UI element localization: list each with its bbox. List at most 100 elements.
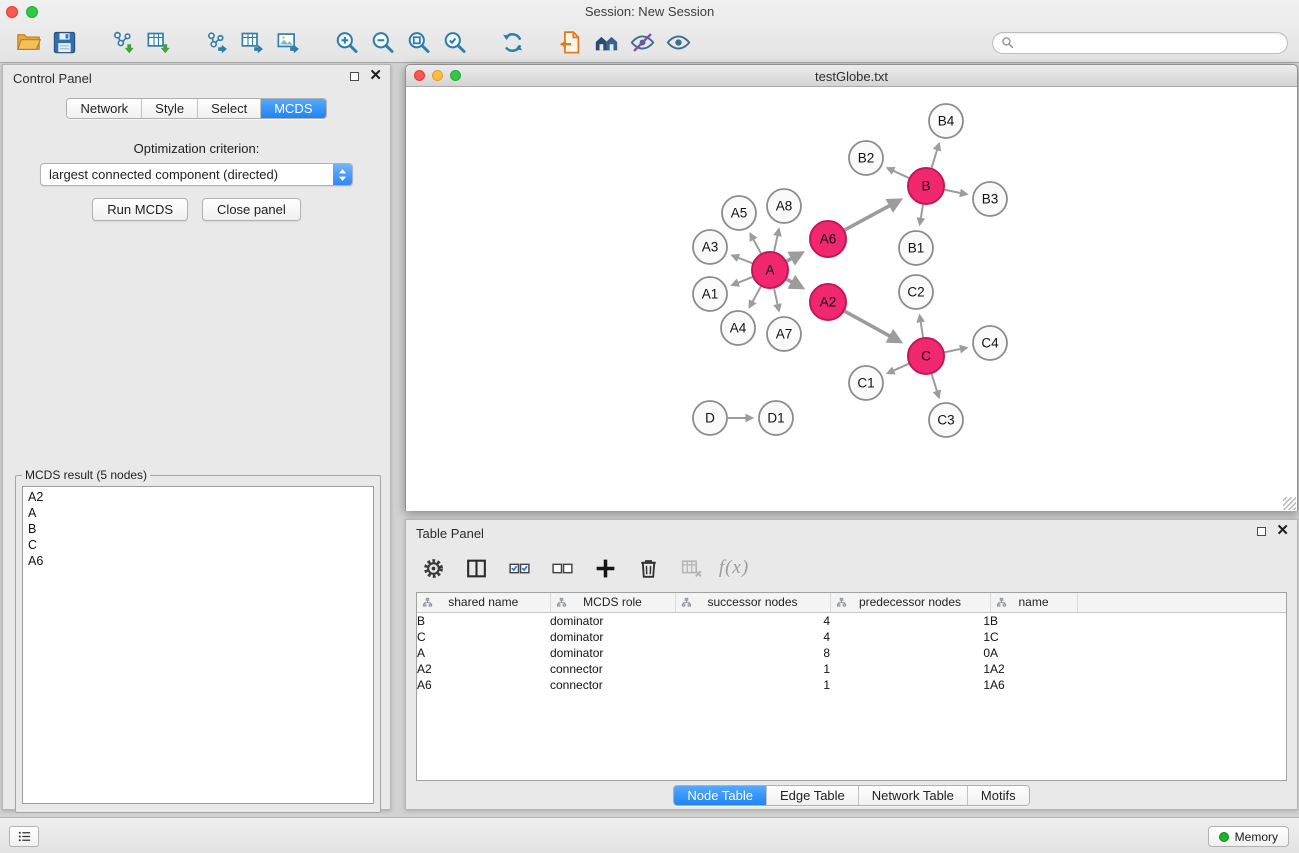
close-panel-icon[interactable]: ✕ <box>369 70 382 82</box>
graph-edge-C-C2[interactable] <box>920 316 923 338</box>
graph-node-A8[interactable]: A8 <box>767 189 801 223</box>
graph-edge-C-C4[interactable] <box>945 348 967 352</box>
graph-node-A1[interactable]: A1 <box>693 277 727 311</box>
graph-edge-B-B1[interactable] <box>920 205 923 225</box>
mcds-result-list[interactable]: A2ABCA6 <box>22 486 374 804</box>
zoom-fit-button[interactable] <box>400 27 436 59</box>
save-session-button[interactable] <box>46 27 82 59</box>
graph-edge-C-C1[interactable] <box>888 364 909 373</box>
graph-node-A6[interactable]: A6 <box>810 221 846 257</box>
graph-node-B[interactable]: B <box>908 168 944 204</box>
tab-mcds[interactable]: MCDS <box>260 99 325 118</box>
memory-button[interactable]: Memory <box>1208 826 1289 847</box>
table-tab-motifs[interactable]: Motifs <box>967 786 1029 805</box>
mcds-result-item[interactable]: B <box>23 521 373 537</box>
graph-edge-A-A3[interactable] <box>732 256 752 264</box>
graph-edge-B-B3[interactable] <box>945 190 967 194</box>
hide-graphics-details-button[interactable] <box>660 27 696 59</box>
column-header-shared-name[interactable]: shared name <box>417 593 550 612</box>
zoom-out-button[interactable] <box>364 27 400 59</box>
network-file-button[interactable] <box>552 27 588 59</box>
zoom-selected-button[interactable] <box>436 27 472 59</box>
mcds-result-item[interactable]: A6 <box>23 553 373 569</box>
float-panel-icon[interactable] <box>350 72 359 81</box>
mcds-result-item[interactable]: A <box>23 505 373 521</box>
column-header-mcds-role[interactable]: MCDS role <box>550 593 675 612</box>
graph-node-C2[interactable]: C2 <box>899 275 933 309</box>
graph-edge-A-A1[interactable] <box>732 277 752 285</box>
select-all-rows-button[interactable] <box>504 553 534 583</box>
deselect-all-rows-button[interactable] <box>547 553 577 583</box>
graph-edge-A2-C[interactable] <box>845 311 900 341</box>
graph-node-D[interactable]: D <box>693 401 727 435</box>
network-window-titlebar[interactable]: testGlobe.txt <box>406 65 1297 87</box>
table-row-a2[interactable]: A2connector11A2 <box>417 661 1286 677</box>
mcds-result-item[interactable]: A2 <box>23 489 373 505</box>
zoom-in-button[interactable] <box>328 27 364 59</box>
column-header-predecessor-nodes[interactable]: predecessor nodes <box>830 593 990 612</box>
delete-column-button[interactable] <box>633 553 663 583</box>
table-row-a6[interactable]: A6connector11A6 <box>417 677 1286 693</box>
graph-node-C[interactable]: C <box>908 338 944 374</box>
task-history-button[interactable] <box>9 826 39 847</box>
close-table-panel-icon[interactable]: ✕ <box>1276 525 1289 537</box>
graph-edge-A6-B[interactable] <box>845 200 900 230</box>
graph-node-A[interactable]: A <box>752 252 788 288</box>
graph-edge-B-B4[interactable] <box>932 144 939 168</box>
graph-node-A5[interactable]: A5 <box>722 196 756 230</box>
table-row-b[interactable]: Bdominator41B <box>417 612 1286 629</box>
function-builder-button[interactable]: f(x) <box>719 553 749 583</box>
table-settings-button[interactable] <box>418 553 448 583</box>
export-table-button[interactable] <box>234 27 270 59</box>
add-column-button[interactable] <box>590 553 620 583</box>
network-canvas[interactable]: B4 B2 B B3 A5 A8 A6 B1 A3 A A1 A2 C2 A4 A7 C4 C C1 C3 D D1 <box>406 87 1297 511</box>
run-mcds-button[interactable]: Run MCDS <box>92 198 188 221</box>
show-graphics-details-button[interactable] <box>624 27 660 59</box>
export-network-button[interactable] <box>198 27 234 59</box>
column-header-successor-nodes[interactable]: successor nodes <box>675 593 830 612</box>
graph-node-D1[interactable]: D1 <box>759 401 793 435</box>
tab-network[interactable]: Network <box>67 99 141 118</box>
column-header-name[interactable]: name <box>990 593 1077 612</box>
close-panel-button[interactable]: Close panel <box>202 198 301 221</box>
graph-node-A2[interactable]: A2 <box>810 284 846 320</box>
export-image-button[interactable] <box>270 27 306 59</box>
import-table-button[interactable] <box>140 27 176 59</box>
import-network-button[interactable] <box>104 27 140 59</box>
table-row-a[interactable]: Adominator80A <box>417 645 1286 661</box>
graph-node-A4[interactable]: A4 <box>721 311 755 345</box>
graph-node-C3[interactable]: C3 <box>929 403 963 437</box>
graph-node-B1[interactable]: B1 <box>899 231 933 265</box>
resize-handle-icon[interactable] <box>1283 497 1296 510</box>
table-tab-network-table[interactable]: Network Table <box>858 786 967 805</box>
graph-node-C1[interactable]: C1 <box>849 366 883 400</box>
graph-edge-A-A2[interactable] <box>787 279 802 287</box>
mcds-result-item[interactable]: C <box>23 537 373 553</box>
float-table-panel-icon[interactable] <box>1257 527 1266 536</box>
graph-edge-C-C3[interactable] <box>932 374 939 397</box>
network-graph[interactable]: B4 B2 B B3 A5 A8 A6 B1 A3 A A1 A2 C2 A4 A7 C4 C C1 C3 D D1 <box>406 87 1297 511</box>
tab-select[interactable]: Select <box>197 99 260 118</box>
search-box[interactable] <box>992 32 1288 54</box>
graph-node-B3[interactable]: B3 <box>973 182 1007 216</box>
table-row-c[interactable]: Cdominator41C <box>417 629 1286 645</box>
graph-node-C4[interactable]: C4 <box>973 326 1007 360</box>
graph-edge-A-A5[interactable] <box>750 234 760 253</box>
network-overview-button[interactable] <box>588 27 624 59</box>
graph-edge-A-A8[interactable] <box>774 229 779 251</box>
graph-edge-A-A7[interactable] <box>774 289 779 311</box>
graph-node-A7[interactable]: A7 <box>767 317 801 351</box>
table-tab-edge-table[interactable]: Edge Table <box>766 786 858 805</box>
apply-layout-button[interactable] <box>494 27 530 59</box>
table-tab-node-table[interactable]: Node Table <box>674 786 766 805</box>
graph-edge-B-B2[interactable] <box>888 168 909 178</box>
graph-node-B2[interactable]: B2 <box>849 141 883 175</box>
tab-style[interactable]: Style <box>141 99 197 118</box>
graph-edge-A-A6[interactable] <box>787 253 802 261</box>
graph-node-B4[interactable]: B4 <box>929 104 963 138</box>
graph-node-A3[interactable]: A3 <box>693 230 727 264</box>
graph-edge-A-A4[interactable] <box>750 287 761 307</box>
search-input[interactable] <box>1019 35 1279 51</box>
criterion-select[interactable]: largest connected component (directed) <box>40 163 353 186</box>
show-columns-button[interactable] <box>461 553 491 583</box>
